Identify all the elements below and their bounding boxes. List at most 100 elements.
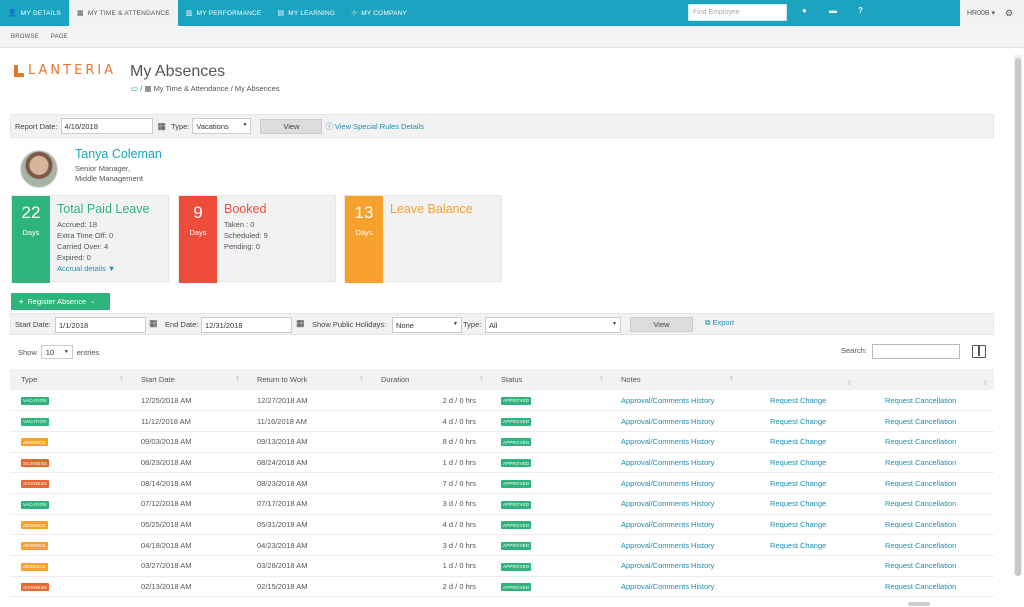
request-change-link[interactable]: Request Change (770, 417, 826, 426)
ribbon-page[interactable]: PAGE (51, 34, 68, 40)
view2-button[interactable]: View (630, 317, 693, 332)
calendar-icon[interactable]: ▦ (296, 318, 305, 329)
tab-my-company[interactable]: ⊹ MY COMPANY (343, 0, 415, 26)
book-icon: ▤ (277, 10, 285, 17)
change-cell: Request Change (740, 493, 858, 514)
request-change-link[interactable]: Request Change (770, 396, 826, 405)
tab-my-performance[interactable]: ▥ MY PERFORMANCE (178, 0, 270, 26)
cancel-cell: Request Cancellation (858, 452, 994, 473)
calendar-icon[interactable]: ▦ (149, 318, 158, 329)
col-type[interactable]: Type ⇕ (10, 369, 130, 390)
accrual-details-link[interactable]: Accrual details ▼ (57, 263, 115, 274)
report-date-input[interactable]: 4/16/2018 (60, 118, 153, 134)
info-icon: ⓘ (325, 121, 333, 131)
start-cell: 07/12/2018 AM (141, 499, 192, 509)
caret-down-icon: ▼ (63, 349, 69, 355)
col-duration[interactable]: Duration ⇕ (370, 369, 490, 390)
col-type-label: Type (21, 375, 38, 384)
col-return[interactable]: Return to Work ⇕ (246, 369, 370, 390)
employee-role: Senior Manager, Middle Management (75, 164, 143, 184)
duration-cell: 4 d / 0 hrs (442, 416, 476, 426)
start-date-input[interactable]: 1/1/2018 (55, 317, 146, 333)
start-cell: 04/18/2018 AM (141, 540, 192, 550)
public-holidays-select[interactable]: None ▼ (392, 317, 462, 333)
change-cell: Request Change (740, 411, 858, 432)
cancel-cell: Request Cancellation (858, 514, 994, 535)
request-cancellation-link[interactable]: Request Cancellation (885, 582, 956, 591)
request-cancellation-link[interactable]: Request Cancellation (885, 561, 956, 570)
request-cancellation-link[interactable]: Request Cancellation (885, 458, 956, 467)
tab-my-time-attendance[interactable]: ▦ MY TIME & ATTENDANCE (68, 0, 178, 26)
history-link[interactable]: Approval/Comments History (621, 561, 714, 570)
type-badge: SICKNESS (21, 459, 50, 468)
history-link[interactable]: Approval/Comments History (621, 541, 714, 550)
vertical-scrollbar[interactable] (1014, 55, 1022, 576)
history-link[interactable]: Approval/Comments History (621, 417, 714, 426)
find-employee-input[interactable]: Find Employee (688, 4, 787, 21)
status-cell: APPROVED (490, 390, 610, 411)
sort-icon: ⇕ (728, 376, 734, 382)
tab-label: MY COMPANY (361, 9, 408, 17)
end-date-input[interactable]: 12/31/2018 (201, 317, 292, 333)
col-status[interactable]: Status ⇕ (490, 369, 610, 390)
breadcrumb-time-attendance[interactable]: My Time & Attendance (154, 84, 229, 93)
duration-cell: 1 d / 0 hrs (442, 561, 476, 571)
return-cell: 07/17/2018 AM (257, 499, 308, 509)
monitor-icon[interactable]: ▭ (131, 84, 138, 93)
type2-select[interactable]: All ▼ (485, 317, 621, 333)
type-cell: SICKNESS (10, 452, 130, 473)
scrollbar-thumb[interactable] (1015, 58, 1021, 576)
register-absence-button[interactable]: + Register Absence ⌄ (11, 293, 110, 310)
request-change-link[interactable]: Request Change (770, 437, 826, 446)
request-cancellation-link[interactable]: Request Cancellation (885, 437, 956, 446)
request-cancellation-link[interactable]: Request Cancellation (885, 417, 956, 426)
history-link[interactable]: Approval/Comments History (621, 437, 714, 446)
col-cancel[interactable]: ⇕ (858, 369, 994, 390)
tab-my-details[interactable]: 👤 MY DETAILS (0, 0, 69, 26)
history-link[interactable]: Approval/Comments History (621, 520, 714, 529)
history-link[interactable]: Approval/Comments History (621, 499, 714, 508)
col-change[interactable]: ⇕ (740, 369, 858, 390)
request-change-link[interactable]: Request Change (770, 499, 826, 508)
entries-select[interactable]: 10 ▼ (40, 345, 73, 359)
leave-balance-title: Leave Balance (390, 202, 473, 216)
history-cell: Approval/Comments History (610, 431, 740, 452)
view-button[interactable]: View (260, 118, 323, 134)
ribbon-browse[interactable]: BROWSE (11, 34, 39, 40)
columns-icon[interactable] (972, 345, 986, 358)
cancel-cell: Request Cancellation (858, 535, 994, 556)
request-change-link[interactable]: Request Change (770, 520, 826, 529)
person-icon[interactable]: ● (802, 6, 807, 15)
horizontal-scrollbar[interactable] (908, 602, 930, 606)
history-link[interactable]: Approval/Comments History (621, 582, 714, 591)
user-menu[interactable]: HR00B ▾ ⚙ (960, 0, 1024, 26)
export-link[interactable]: ⧉ Export (705, 318, 734, 328)
request-cancellation-link[interactable]: Request Cancellation (885, 396, 956, 405)
search-input[interactable] (872, 344, 960, 359)
table-row: ABSENCE 03/27/2018 AM 03/28/2018 AM 1 d / 0… (10, 556, 994, 577)
request-cancellation-link[interactable]: Request Cancellation (885, 520, 956, 529)
gear-icon[interactable]: ⚙ (1005, 8, 1013, 19)
col-notes[interactable]: Notes ⇕ (610, 369, 740, 390)
request-cancellation-link[interactable]: Request Cancellation (885, 499, 956, 508)
request-cancellation-link[interactable]: Request Cancellation (885, 479, 956, 488)
history-link[interactable]: Approval/Comments History (621, 479, 714, 488)
status-badge: APPROVED (501, 396, 532, 405)
request-change-link[interactable]: Request Change (770, 479, 826, 488)
type-select[interactable]: Vacations ▼ (192, 118, 252, 134)
history-link[interactable]: Approval/Comments History (621, 396, 714, 405)
request-cancellation-link[interactable]: Request Cancellation (885, 541, 956, 550)
duration-cell: 8 d / 0 hrs (442, 437, 476, 447)
tab-my-learning[interactable]: ▤ MY LEARNING (269, 0, 343, 26)
list-icon[interactable]: ▬ (829, 6, 837, 15)
request-change-link[interactable]: Request Change (770, 541, 826, 550)
help-icon[interactable]: ? (858, 6, 863, 15)
col-start-date[interactable]: Start Date ⇕ (130, 369, 246, 390)
special-rules-link[interactable]: View Special Rules Details (335, 122, 424, 131)
calendar-icon[interactable]: ▦ (158, 121, 167, 132)
request-change-link[interactable]: Request Change (770, 458, 826, 467)
return-cell: 11/16/2018 AM (257, 416, 307, 426)
history-link[interactable]: Approval/Comments History (621, 458, 714, 467)
history-cell: Approval/Comments History (610, 576, 740, 597)
start-cell: 05/25/2018 AM (141, 519, 192, 529)
